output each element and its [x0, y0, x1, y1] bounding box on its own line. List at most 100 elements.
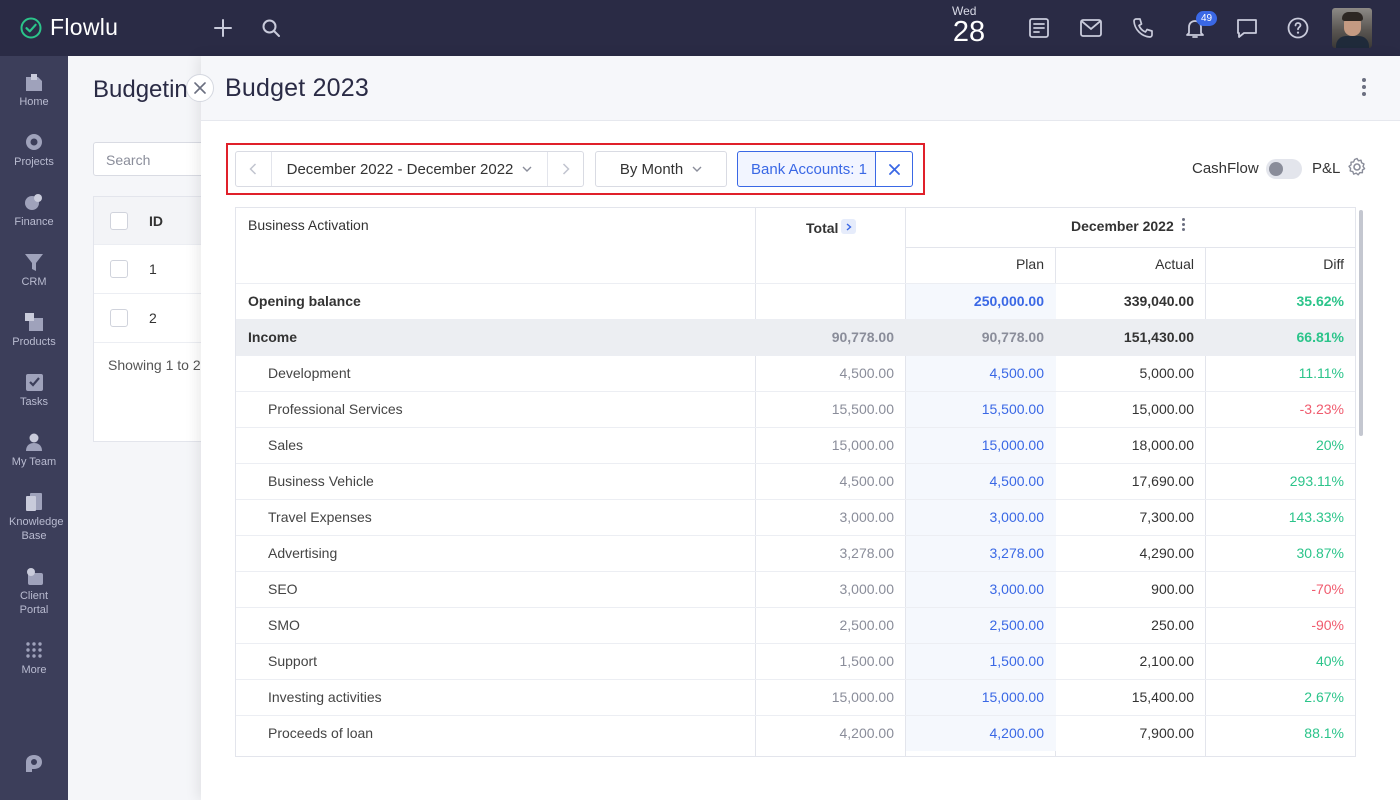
- table-row[interactable]: Travel Expenses 3,000.00 3,000.00 7,300.00 1…: [236, 499, 1355, 535]
- team-icon: [26, 433, 42, 451]
- row-plan[interactable]: 3,000.00: [906, 500, 1045, 535]
- table-row[interactable]: Income 90,778.00 90,778.00 151,430.00 66.81%: [236, 319, 1355, 355]
- close-panel-button[interactable]: [186, 74, 214, 102]
- projects-icon: [26, 134, 42, 150]
- row-checkbox[interactable]: [110, 260, 128, 278]
- row-diff: 20%: [1315, 437, 1344, 453]
- row-name: Business Vehicle: [268, 473, 374, 489]
- row-diff: 2.67%: [1304, 689, 1344, 705]
- select-all-checkbox[interactable]: [110, 212, 128, 230]
- row-checkbox[interactable]: [110, 309, 128, 327]
- next-period-button[interactable]: [548, 152, 583, 186]
- table-row[interactable]: Professional Services 15,500.00 15,500.00 1…: [236, 391, 1355, 427]
- table-row[interactable]: SMO 2,500.00 2,500.00 250.00 -90%: [236, 607, 1355, 643]
- row-plan[interactable]: 2,500.00: [906, 608, 1045, 643]
- row-actual[interactable]: 7,300.00: [1056, 500, 1195, 535]
- sidebar-item-more[interactable]: More: [0, 640, 68, 677]
- row-plan[interactable]: 250,000.00: [906, 284, 1044, 319]
- row-plan[interactable]: 4,500.00: [906, 356, 1045, 391]
- row-name: Investing activities: [268, 689, 382, 705]
- cashflow-pl-toggle[interactable]: [1266, 159, 1302, 179]
- panel-title: Budget 2023: [225, 74, 369, 102]
- row-id: 2: [149, 310, 157, 326]
- row-plan[interactable]: 15,000.00: [906, 680, 1044, 715]
- prev-period-button[interactable]: [236, 152, 272, 186]
- app-logo[interactable]: Flowlu: [20, 14, 118, 41]
- add-icon[interactable]: [208, 13, 238, 43]
- table-row[interactable]: Support 1,500.00 1,500.00 2,100.00 40%: [236, 643, 1355, 679]
- row-actual[interactable]: 15,400.00: [1056, 680, 1194, 715]
- table-row[interactable]: Development 4,500.00 4,500.00 5,000.00 11.11…: [236, 355, 1355, 391]
- row-actual[interactable]: 250.00: [1056, 608, 1194, 643]
- notes-icon[interactable]: [1024, 13, 1054, 43]
- row-actual[interactable]: 17,690.00: [1056, 464, 1194, 499]
- row-name: Advertising: [268, 545, 338, 561]
- user-avatar[interactable]: [1332, 8, 1372, 48]
- table-row[interactable]: Sales 15,000.00 15,000.00 18,000.00 20%: [236, 427, 1355, 463]
- row-name: Professional Services: [268, 401, 403, 417]
- row-plan[interactable]: 90,778.00: [906, 320, 1044, 355]
- sidebar-item-projects[interactable]: Projects: [0, 132, 68, 169]
- sidebar-item-crm[interactable]: CRM: [0, 252, 68, 289]
- row-diff: -90%: [1311, 617, 1344, 633]
- phone-icon[interactable]: [1128, 13, 1158, 43]
- date-range-dropdown[interactable]: December 2022 - December 2022: [272, 152, 549, 186]
- sidebar-item-my-team[interactable]: My Team: [0, 432, 68, 469]
- chat-icon[interactable]: [1232, 13, 1262, 43]
- row-actual[interactable]: 15,000.00: [1056, 392, 1194, 427]
- row-total: 2,500.00: [839, 617, 895, 633]
- table-row[interactable]: Opening balance 250,000.00 339,040.00 35.62…: [236, 283, 1355, 319]
- mail-icon[interactable]: [1076, 13, 1106, 43]
- sidebar-item-products[interactable]: Products: [0, 312, 68, 349]
- table-scrollbar[interactable]: [1359, 210, 1363, 436]
- clear-bank-filter-button[interactable]: [876, 152, 912, 186]
- row-diff: 293.11%: [1289, 473, 1344, 489]
- row-actual[interactable]: 7,900.00: [1056, 716, 1195, 751]
- row-actual[interactable]: 151,430.00: [1056, 320, 1194, 355]
- sidebar-item-client-portal[interactable]: Client Portal: [0, 566, 68, 617]
- sidebar-item-home[interactable]: Home: [0, 72, 68, 109]
- row-plan[interactable]: 15,000.00: [906, 428, 1044, 463]
- period-column-header: December 2022: [1071, 218, 1174, 234]
- table-row[interactable]: SEO 3,000.00 3,000.00 900.00 -70%: [236, 571, 1355, 607]
- expand-total-button[interactable]: [841, 219, 856, 234]
- date-widget[interactable]: Wed 28: [948, 5, 990, 47]
- row-plan[interactable]: 15,500.00: [906, 392, 1044, 427]
- total-column-header: Total: [806, 220, 839, 236]
- more-options-icon[interactable]: [1359, 78, 1369, 100]
- row-actual[interactable]: 18,000.00: [1056, 428, 1194, 463]
- sidebar-item-label: Projects: [14, 156, 54, 168]
- table-title: Business Activation: [248, 217, 369, 233]
- row-total: 4,500.00: [839, 365, 895, 381]
- sidebar-item-finance[interactable]: Finance: [0, 192, 68, 229]
- search-icon[interactable]: [256, 13, 286, 43]
- bank-accounts-filter[interactable]: Bank Accounts: 1: [737, 151, 913, 187]
- row-actual[interactable]: 339,040.00: [1056, 284, 1194, 319]
- table-row[interactable]: Investing activities 15,000.00 15,000.00 15…: [236, 679, 1355, 715]
- row-plan[interactable]: 3,278.00: [906, 536, 1045, 571]
- row-diff: 35.62%: [1296, 293, 1344, 309]
- table-row[interactable]: Advertising 3,278.00 3,278.00 4,290.00 30.87…: [236, 535, 1355, 571]
- row-plan[interactable]: 4,200.00: [906, 716, 1045, 751]
- row-plan[interactable]: 3,000.00: [906, 572, 1045, 607]
- row-actual[interactable]: 900.00: [1056, 572, 1194, 607]
- period-options-icon[interactable]: [1182, 218, 1186, 232]
- row-actual[interactable]: 5,000.00: [1056, 356, 1195, 391]
- sidebar-item-knowledge-base[interactable]: Knowledge Base: [0, 492, 68, 543]
- row-actual[interactable]: 4,290.00: [1056, 536, 1195, 571]
- sidebar-item-tasks[interactable]: Tasks: [0, 372, 68, 409]
- help-icon[interactable]: [1283, 13, 1313, 43]
- grouping-dropdown[interactable]: By Month: [595, 151, 727, 187]
- close-icon: [194, 82, 206, 94]
- row-total: [756, 284, 894, 319]
- flowlu-brand-icon[interactable]: [22, 752, 46, 781]
- sidebar-item-label: More: [21, 664, 47, 676]
- row-plan[interactable]: 4,500.00: [906, 464, 1045, 499]
- row-plan[interactable]: 1,500.00: [906, 644, 1045, 679]
- row-name: Opening balance: [248, 293, 361, 309]
- row-actual[interactable]: 2,100.00: [1056, 644, 1195, 679]
- table-row[interactable]: Proceeds of loan 4,200.00 4,200.00 7,900.00…: [236, 715, 1355, 751]
- gear-icon[interactable]: [1347, 157, 1367, 182]
- table-row[interactable]: Business Vehicle 4,500.00 4,500.00 17,690.0…: [236, 463, 1355, 499]
- date-day: 28: [952, 16, 986, 48]
